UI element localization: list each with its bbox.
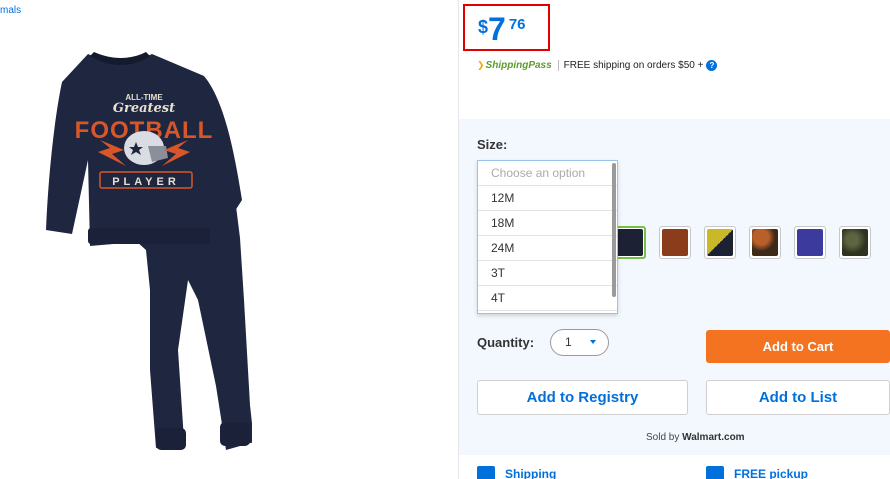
swatch-royal-purple[interactable] [794,226,826,259]
swatch-navy[interactable] [614,226,646,259]
size-label: Size: [477,137,508,152]
truck-icon [477,466,495,479]
dropdown-scrollbar[interactable] [612,163,616,297]
help-icon[interactable]: ? [706,59,718,71]
size-option-3t[interactable]: 3T [478,261,617,286]
graphic-greatest: Greatest [113,101,175,116]
price-highlight-box: $7 76 [463,4,550,51]
swatch-rust-fill [662,229,688,256]
swatch-rust[interactable] [659,226,691,259]
shipping-pass-logo: ❯ ShippingPass [477,59,559,71]
caret-down-icon [590,340,596,344]
quantity-label: Quantity: [477,335,535,350]
price: $7 76 [478,12,526,46]
sweatsuit-image: ALL-TIME Greatest FOOTBALL PLAYER [46,52,252,450]
swatch-brown-orange[interactable] [749,226,781,259]
quantity-value: 1 [565,335,572,349]
size-option-24m[interactable]: 24M [478,236,617,261]
swatch-royal-purple-fill [797,229,823,256]
swatch-olive-camo-fill [842,229,868,256]
sold-by: Sold by Walmart.com [646,432,745,443]
add-to-registry-button[interactable]: Add to Registry [477,380,688,415]
add-to-cart-button[interactable]: Add to Cart [706,330,890,363]
pants-cuff-right [220,422,250,446]
size-option-placeholder[interactable]: Choose an option [478,161,617,186]
swatch-navy-fill [617,229,643,256]
product-page: mals ALL-TIME Greatest FOOTBALL PLAYER $… [0,0,890,479]
shipping-pass-chevron-icon: ❯ [477,59,485,70]
price-dollars: 7 [488,11,506,47]
seller-name: Walmart.com [682,432,745,443]
breadcrumb-link[interactable]: mals [0,5,21,16]
pants-cuff-left [156,428,186,450]
shipping-pass-logo-text: ShippingPass [485,59,552,71]
waistband [88,228,210,244]
swatch-olive-camo[interactable] [839,226,871,259]
pickup-link[interactable]: FREE pickup [706,466,808,479]
size-option-4t[interactable]: 4T [478,286,617,311]
shipping-link[interactable]: Shipping [477,466,556,479]
quantity-select[interactable]: 1 [550,329,609,356]
free-shipping-text: FREE shipping on orders $50 + [563,59,704,71]
shipping-pass-row: ❯ ShippingPass FREE shipping on orders $5… [477,57,718,73]
size-dropdown[interactable]: Choose an option 12M 18M 24M 3T 4T [477,160,618,314]
swatch-yellow-navy[interactable] [704,226,736,259]
size-option-18m[interactable]: 18M [478,211,617,236]
size-option-12m[interactable]: 12M [478,186,617,211]
add-to-list-button[interactable]: Add to List [706,380,890,415]
graphic-player: PLAYER [112,176,180,188]
shipping-link-label: Shipping [505,467,557,479]
swatch-brown-orange-fill [752,229,778,256]
price-cents: 76 [508,16,526,33]
swatch-yellow-navy-fill [707,229,733,256]
pickup-link-label: FREE pickup [734,467,809,479]
store-icon [706,466,724,479]
sold-by-prefix: Sold by [646,432,680,443]
price-currency: $ [478,17,489,37]
